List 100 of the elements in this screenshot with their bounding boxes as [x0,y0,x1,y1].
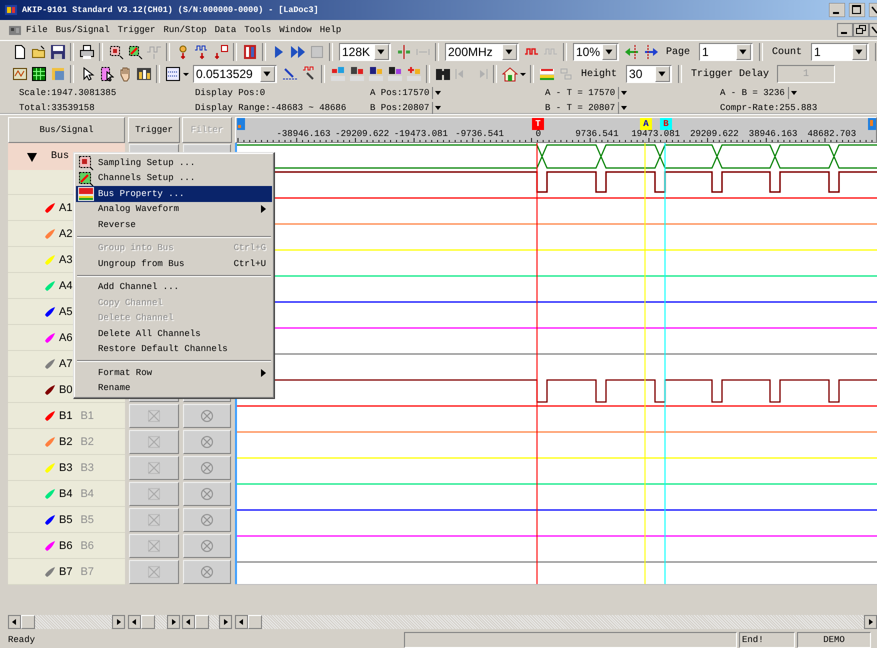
column-header[interactable]: Trigger [128,117,180,143]
move-right-icon[interactable] [642,44,658,60]
trigger-condition-button[interactable] [129,404,179,428]
horizontal-scrollbar[interactable] [128,615,180,629]
cursor-marker[interactable]: B [660,118,672,130]
scroll-right-button[interactable] [167,615,180,629]
pulse-trigger-icon[interactable] [194,44,210,60]
save-icon[interactable] [50,44,66,60]
menu-item[interactable]: Sampling Setup ... [76,155,272,170]
menu-item[interactable]: Delete All Channels [76,326,272,342]
signal-name[interactable]: B6 [59,540,72,552]
edge-trigger-icon[interactable] [212,44,228,60]
maximize-icon[interactable] [849,3,865,17]
zoom-dropdown[interactable]: 0.0513529 [193,65,277,83]
close-icon[interactable] [869,3,877,17]
page-dropdown[interactable]: 1 [699,43,754,61]
trigger-condition-button[interactable] [129,456,179,480]
waveform-window-icon[interactable] [12,66,28,82]
signal-name[interactable]: B5 [59,514,72,526]
menu-item[interactable]: Restore Default Channels [76,342,272,357]
menu-item[interactable]: Data [210,25,240,35]
range-marker-icon[interactable] [237,118,245,130]
menu-item[interactable]: File [22,25,52,35]
menu-item[interactable]: Channels Setup ... [76,170,272,186]
bar-icon[interactable] [368,66,384,82]
close-icon[interactable] [869,23,877,37]
fast-forward-icon[interactable] [290,44,306,60]
bus-name[interactable]: Bus [51,151,70,162]
zoom-in-icon[interactable] [282,66,298,82]
filter-button[interactable] [183,560,231,584]
home-icon[interactable] [502,66,518,82]
range-marker-icon[interactable] [868,118,876,130]
signal-name[interactable]: B7 [59,566,72,578]
bar-icon[interactable] [386,66,402,82]
signal-name[interactable]: A6 [59,332,72,344]
scroll-left-button[interactable] [8,615,21,629]
channel-panel-icon[interactable] [242,44,258,60]
horizontal-scrollbar[interactable] [8,615,125,629]
buffer-size-dropdown[interactable]: 128K [339,43,391,61]
scroll-left-button[interactable] [182,615,195,629]
trigger-condition-button[interactable] [129,430,179,454]
trigger-condition-button[interactable] [129,560,179,584]
marker-icon[interactable] [396,44,412,60]
signal-name[interactable]: A2 [59,228,72,240]
signal-name[interactable]: A7 [59,358,72,370]
filter-button[interactable] [183,404,231,428]
signal-name[interactable]: A3 [59,254,72,266]
trigger-condition-button[interactable] [129,508,179,532]
filter-button[interactable] [183,456,231,480]
trigger-condition-button[interactable] [129,534,179,558]
signal-name[interactable]: B0 [59,384,72,396]
signal-name[interactable]: A4 [59,280,72,292]
menu-item[interactable]: Help [316,25,346,35]
menu-item[interactable]: Run/Stop [159,25,211,35]
channels-setup-icon[interactable] [126,44,142,60]
trigger-position-dropdown[interactable]: 10% [573,43,619,61]
open-folder-icon[interactable] [30,44,46,60]
menu-item[interactable]: Rename [76,380,272,396]
menu-item[interactable]: Add Channel ... [76,280,272,295]
cursor-marker[interactable]: T [532,118,544,130]
filter-button[interactable] [183,482,231,506]
scroll-right-button[interactable] [112,615,125,629]
menu-item[interactable]: Reverse [76,217,272,232]
bus-icon[interactable] [538,66,554,82]
minimize-icon[interactable] [837,23,853,37]
scroll-left-button[interactable] [128,615,141,629]
signal-name[interactable]: A5 [59,306,72,318]
waveform-area[interactable] [235,143,877,585]
filter-button[interactable] [183,430,231,454]
scroll-thumb[interactable] [248,615,262,629]
minimize-icon[interactable] [829,3,845,17]
scroll-left-button[interactable] [235,615,248,629]
signal-name[interactable]: B3 [59,462,72,474]
filter-button[interactable] [183,534,231,558]
bar-icon[interactable] [348,66,364,82]
menu-item[interactable]: Tools [240,25,276,35]
menu-item[interactable]: Format Row [76,365,272,380]
scroll-thumb[interactable] [141,615,155,629]
signal-name[interactable]: B1 [59,410,72,422]
height-dropdown[interactable]: 30 [626,65,672,83]
horizontal-scrollbar[interactable] [235,615,877,629]
menu-item[interactable]: Bus/Signal [52,25,114,35]
grid-icon[interactable] [30,66,46,82]
expand-toggle-icon[interactable] [27,152,37,162]
filter-button[interactable] [183,508,231,532]
print-icon[interactable] [78,44,94,60]
menu-item[interactable]: Trigger [114,25,160,35]
trigger-condition-button[interactable] [129,482,179,506]
sampling-setup-icon[interactable] [108,44,124,60]
signal-name[interactable]: B2 [59,436,72,448]
caret-icon[interactable] [788,86,800,98]
binoculars-icon[interactable] [434,66,450,82]
sample-rate-dropdown[interactable]: 200MHz [445,43,519,61]
scroll-right-button[interactable] [864,615,877,629]
menu-item[interactable]: Bus Property ... [76,186,272,202]
column-header[interactable]: Bus/Signal [8,117,125,143]
menu-item[interactable]: Window [275,25,316,35]
count-dropdown[interactable]: 1 [811,43,870,61]
signal-name[interactable]: B4 [59,488,72,500]
move-left-icon[interactable] [624,44,640,60]
